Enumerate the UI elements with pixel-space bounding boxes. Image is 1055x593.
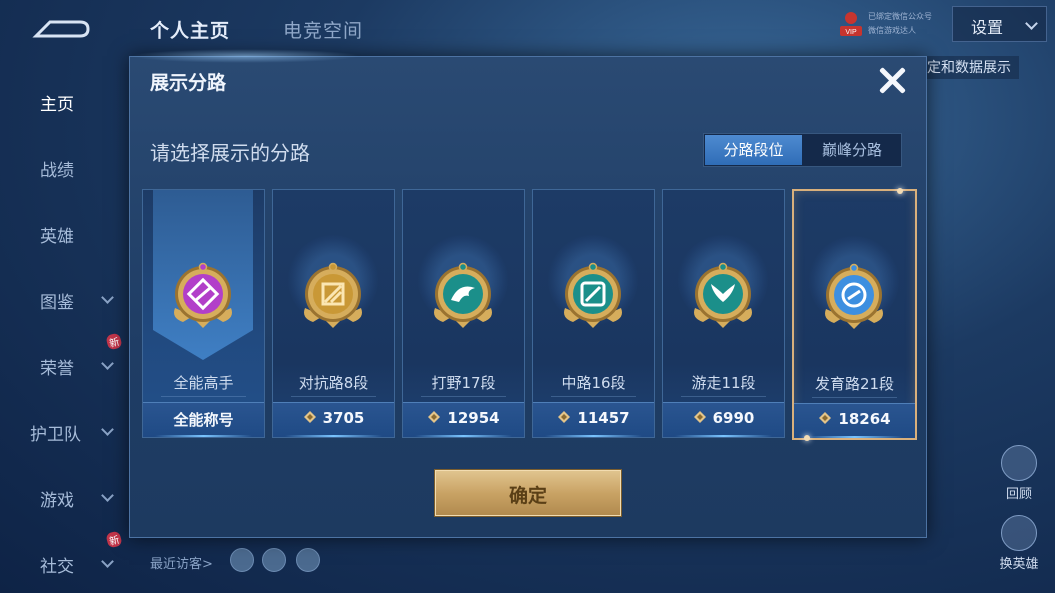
new-badge: 新 (105, 530, 123, 549)
lane-score: 6990 (663, 409, 784, 427)
lane-score: 12954 (403, 409, 524, 427)
jungle-dragon-icon (434, 262, 492, 328)
confirm-label: 确定 (508, 485, 547, 507)
tab-esports[interactable]: 电竞空间 (283, 16, 363, 43)
score-value: 6990 (712, 409, 755, 427)
vip-line-2: 微信游戏达人 (868, 26, 916, 35)
lane-name: 中路16段 (561, 374, 626, 392)
chevron-down-icon (101, 357, 114, 370)
sidebar-item-7[interactable]: 社交 (40, 552, 74, 577)
corner-sparkle-icon (804, 435, 810, 441)
corner-sparkle-icon (897, 188, 903, 194)
chevron-down-icon (101, 291, 114, 304)
vip-info[interactable]: VIP 已绑定微信公众号 微信游戏达人 (838, 6, 943, 40)
title-glow (130, 49, 360, 63)
visitor-avatar[interactable] (296, 548, 320, 572)
rank-points-icon (819, 412, 832, 424)
divider (812, 397, 897, 398)
farm-lane-icon (825, 263, 883, 329)
review-icon (1001, 445, 1037, 481)
chevron-down-icon (101, 423, 114, 436)
lane-score: 全能称号 (143, 409, 264, 430)
settings-label: 设置 (971, 18, 1004, 37)
lane-card[interactable]: 发育路21段 18264 (792, 188, 917, 441)
top-bar: 个人主页 电竞空间 VIP 已绑定微信公众号 微信游戏达人 设置 (0, 0, 1055, 56)
switch-hero-icon (1001, 515, 1037, 551)
review-button[interactable]: 回顾 (996, 445, 1042, 502)
data-display-label[interactable]: 定和数据展示 (925, 56, 1019, 79)
lane-display-dialog: 展示分路 请选择展示的分路 分路段位 巅峰分路 全能高手 全能称号 对抗路8段 370… (129, 49, 927, 538)
sidebar-item-2[interactable]: 英雄 (40, 222, 74, 247)
sidebar-item-3[interactable]: 图鉴 (40, 288, 74, 313)
vip-badge-icon: VIP (840, 12, 862, 36)
lane-name: 对抗路8段 (298, 374, 369, 392)
vip-line-1: 已绑定微信公众号 (868, 12, 932, 21)
divider (681, 396, 766, 397)
close-icon[interactable] (875, 63, 909, 97)
divider (551, 396, 636, 397)
score-value: 12954 (447, 409, 500, 427)
score-value: 3705 (322, 409, 365, 427)
sidebar-item-1[interactable]: 战绩 (40, 156, 74, 181)
toggle-lane-rank[interactable]: 分路段位 (705, 135, 802, 165)
sidebar-item-4[interactable]: 荣誉 (40, 354, 74, 379)
chevron-down-icon (101, 555, 114, 568)
toggle-peak-lane[interactable]: 巅峰分路 (804, 134, 900, 166)
dialog-title: 展示分路 (150, 72, 227, 94)
sidebar-item-6[interactable]: 游戏 (40, 486, 74, 511)
back-icon[interactable] (30, 14, 90, 42)
chevron-down-icon (1025, 17, 1038, 30)
dialog-subtitle: 请选择展示的分路 (150, 141, 310, 165)
score-value: 11457 (577, 409, 630, 427)
sidebar-item-0[interactable]: 主页 (40, 90, 74, 115)
lane-card[interactable]: 游走11段 6990 (662, 189, 785, 438)
rank-points-icon (303, 411, 316, 423)
lane-name: 全能高手 (173, 374, 234, 392)
lane-score: 11457 (533, 409, 654, 427)
recent-visitors-link[interactable]: 最近访客> (150, 553, 213, 572)
switch-hero-button[interactable]: 换英雄 (996, 515, 1042, 572)
score-value: 18264 (838, 410, 891, 428)
rank-points-icon (693, 411, 706, 423)
lane-mode-toggle: 分路段位 巅峰分路 (703, 133, 902, 167)
visitor-avatar[interactable] (262, 548, 286, 572)
divider (421, 396, 506, 397)
clash-lane-icon (304, 262, 362, 328)
all-round-icon (174, 262, 232, 328)
chevron-down-icon (101, 489, 114, 502)
divider (291, 396, 376, 397)
svg-text:VIP: VIP (845, 29, 857, 36)
divider (161, 396, 246, 397)
rank-points-icon (558, 411, 571, 423)
side-nav: 主页 战绩 英雄 图鉴 荣誉新护卫队 游戏 社交新 (0, 60, 130, 593)
settings-button[interactable]: 设置 (952, 6, 1047, 42)
lane-name: 游走11段 (691, 374, 756, 392)
lane-score: 3705 (273, 409, 394, 427)
lane-score: 18264 (794, 410, 915, 428)
lane-card[interactable]: 全能高手 全能称号 (142, 189, 265, 438)
tab-profile[interactable]: 个人主页 (150, 16, 230, 43)
score-value: 全能称号 (173, 411, 234, 429)
roam-wings-icon (694, 262, 752, 328)
sidebar-item-5[interactable]: 护卫队 (30, 420, 81, 445)
lane-name: 发育路21段 (814, 375, 895, 393)
new-badge: 新 (105, 332, 123, 351)
rank-points-icon (428, 411, 441, 423)
lane-card[interactable]: 打野17段 12954 (402, 189, 525, 438)
lane-name: 打野17段 (431, 374, 496, 392)
lane-card[interactable]: 中路16段 11457 (532, 189, 655, 438)
confirm-button[interactable]: 确定 (435, 470, 621, 516)
mid-lane-icon (564, 262, 622, 328)
lane-card[interactable]: 对抗路8段 3705 (272, 189, 395, 438)
visitor-avatar[interactable] (230, 548, 254, 572)
